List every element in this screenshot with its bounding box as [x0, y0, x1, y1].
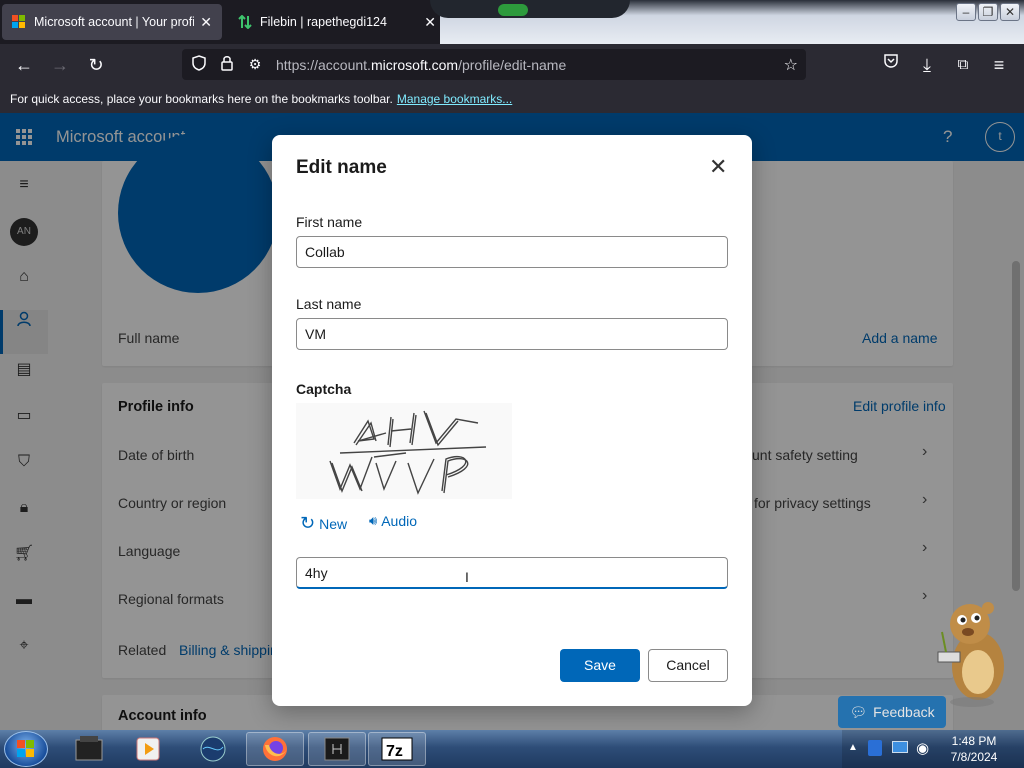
- tab-filebin[interactable]: Filebin | rapethegdi124 ✕: [228, 4, 446, 40]
- hamster-mascot-image: [932, 602, 1008, 708]
- speaker-icon: 🔊︎: [369, 513, 378, 528]
- bookmarks-toolbar: For quick access, place your bookmarks h…: [0, 85, 1024, 113]
- feedback-button[interactable]: 💬︎ Feedback: [838, 696, 946, 728]
- forward-arrow-icon[interactable]: →: [47, 52, 73, 78]
- wallpaper-shape: [430, 0, 630, 18]
- taskbar-firefox-icon[interactable]: [246, 732, 304, 766]
- start-button[interactable]: [4, 731, 48, 767]
- taskbar-globe-icon[interactable]: [184, 732, 242, 766]
- shield-icon[interactable]: [188, 55, 210, 74]
- downloads-icon[interactable]: ⤓: [914, 52, 940, 78]
- address-bar[interactable]: ⚙ https://account.microsoft.com/profile/…: [182, 49, 806, 80]
- last-name-label: Last name: [296, 296, 362, 312]
- close-icon[interactable]: ✕: [709, 156, 727, 178]
- microsoft-logo-icon: [12, 15, 26, 29]
- show-hidden-icons-icon[interactable]: ▲: [848, 742, 858, 753]
- wallpaper-accent: [498, 4, 528, 16]
- pocket-icon[interactable]: [878, 52, 904, 78]
- feedback-label: Feedback: [873, 704, 935, 720]
- clock-date: 7/8/2024: [950, 750, 998, 764]
- filebin-arrows-icon: [238, 14, 252, 30]
- captcha-label: Captcha: [296, 381, 352, 397]
- edit-name-dialog: Edit name ✕ First name Collab Last name …: [272, 135, 752, 706]
- browser-tab-strip: Microsoft account | Your profile ✕ Fileb…: [0, 0, 1024, 44]
- extensions-icon[interactable]: ⧉: [950, 52, 976, 78]
- feedback-icon: 💬︎: [849, 703, 868, 720]
- menu-hamburger-icon[interactable]: ≡: [986, 52, 1012, 78]
- windows-taskbar: 7z ▲ ◉ 1:48 PM 7/8/2024: [0, 730, 1024, 768]
- last-name-field[interactable]: VM: [296, 318, 728, 350]
- tray-app-icon[interactable]: [868, 740, 882, 756]
- text-cursor-icon: I: [465, 569, 469, 585]
- clock-time: 1:48 PM: [951, 734, 997, 748]
- window-controls: – ❐ ✕: [956, 3, 1020, 21]
- taskbar-app-window-icon[interactable]: [308, 732, 366, 766]
- audio-captcha-button[interactable]: 🔊︎ Audio: [369, 513, 417, 529]
- url-text[interactable]: https://account.microsoft.com/profile/ed…: [276, 57, 566, 73]
- reload-icon[interactable]: ↻: [83, 52, 109, 78]
- close-tab-icon[interactable]: ✕: [424, 14, 436, 31]
- new-captcha-label: New: [319, 515, 348, 532]
- refresh-icon: ↻: [300, 513, 316, 533]
- maximize-button[interactable]: ❐: [978, 3, 998, 21]
- navigation-toolbar: ← → ↻ ⚙ https://account.microsoft.com/pr…: [0, 44, 1024, 85]
- tab-title: Microsoft account | Your profile: [34, 15, 195, 29]
- svg-text:7z: 7z: [386, 743, 403, 760]
- new-captcha-button[interactable]: ↻ New: [300, 513, 347, 534]
- captcha-input[interactable]: 4hy: [296, 557, 728, 589]
- bookmarks-hint: For quick access, place your bookmarks h…: [10, 92, 393, 106]
- close-window-button[interactable]: ✕: [1000, 3, 1020, 21]
- bookmark-star-icon[interactable]: ☆: [784, 55, 798, 75]
- first-name-label: First name: [296, 214, 363, 230]
- tab-title: Filebin | rapethegdi124: [260, 15, 387, 29]
- minimize-button[interactable]: –: [956, 3, 976, 21]
- audio-captcha-label: Audio: [381, 513, 418, 529]
- permissions-icon[interactable]: ⚙: [244, 56, 266, 73]
- tab-microsoft-account[interactable]: Microsoft account | Your profile ✕: [2, 4, 222, 40]
- dialog-title: Edit name: [296, 157, 387, 178]
- system-clock[interactable]: 1:48 PM 7/8/2024: [946, 733, 1002, 765]
- volume-icon[interactable]: ◉: [916, 739, 929, 757]
- cancel-button[interactable]: Cancel: [648, 649, 728, 682]
- close-tab-icon[interactable]: ✕: [200, 14, 212, 31]
- lock-icon[interactable]: [216, 55, 238, 74]
- back-arrow-icon[interactable]: ←: [11, 52, 37, 78]
- taskbar-7zip-icon[interactable]: 7z: [368, 732, 426, 766]
- taskbar-media-player-icon[interactable]: [120, 732, 178, 766]
- save-button[interactable]: Save: [560, 649, 640, 682]
- taskbar-terminal-icon[interactable]: [60, 732, 118, 766]
- first-name-field[interactable]: Collab: [296, 236, 728, 268]
- manage-bookmarks-link[interactable]: Manage bookmarks...: [397, 92, 512, 106]
- captcha-image: [296, 403, 512, 499]
- network-icon[interactable]: [892, 741, 908, 753]
